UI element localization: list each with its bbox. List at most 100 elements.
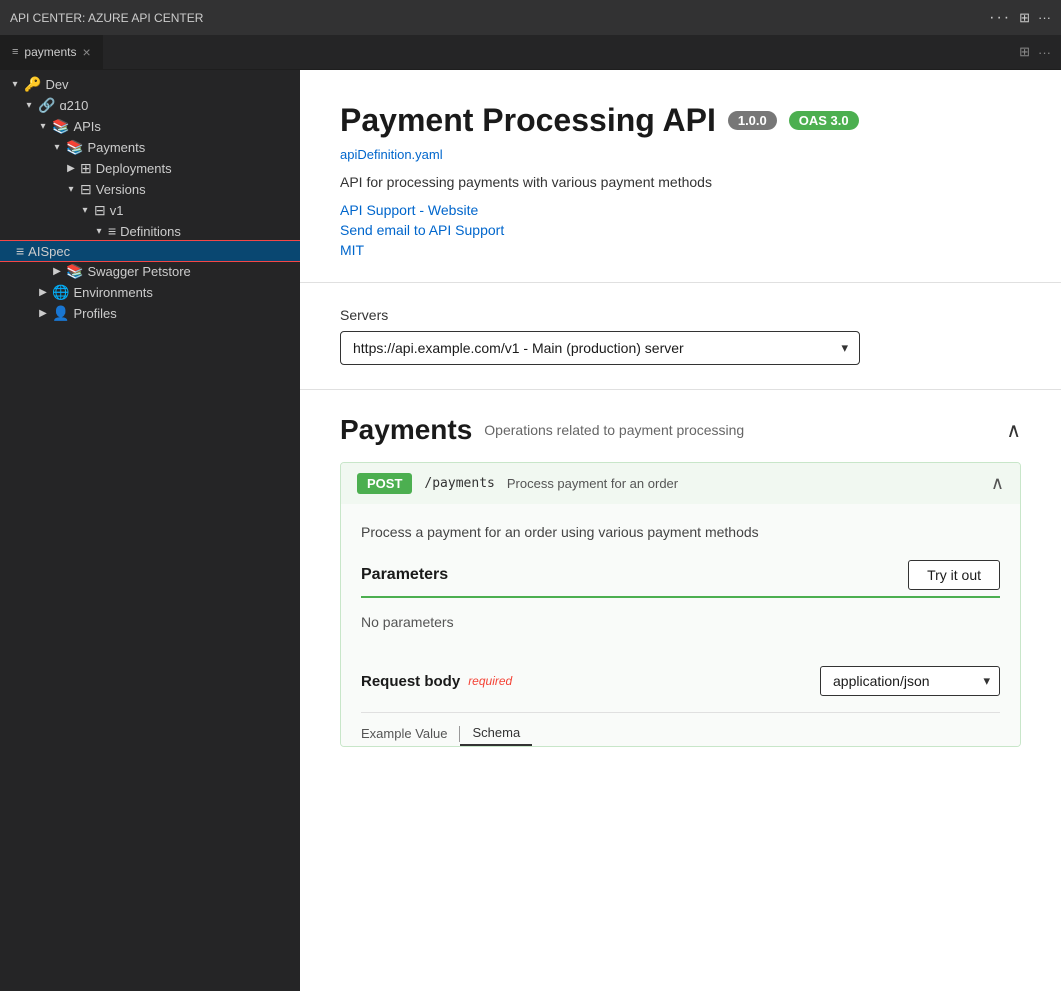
sidebar: ▾🔑Dev▾🔗ɑ210▾📚APIs▾📚Payments▶⊞Deployments… <box>0 70 300 991</box>
chevron-icon: ▶ <box>36 308 50 319</box>
tree-item-label: Definitions <box>120 224 181 239</box>
payments-collapse-button[interactable]: ∧ <box>1006 418 1021 443</box>
tree-item-icon: 📚 <box>66 263 83 280</box>
tree-item-icon: ⊟ <box>80 181 92 198</box>
yaml-link[interactable]: apiDefinition.yaml <box>340 147 1021 162</box>
title-bar-icons: ⊞ ··· <box>1019 10 1051 26</box>
tab-payments[interactable]: ≡ payments × <box>0 35 104 69</box>
tree-item-label: ɑ210 <box>59 98 88 113</box>
tree-item-icon: ⊟ <box>94 202 106 219</box>
chevron-icon: ▶ <box>36 287 50 298</box>
license-link[interactable]: MIT <box>340 242 364 258</box>
tab-icon: ≡ <box>12 46 18 58</box>
tree-item-label: Environments <box>73 285 152 300</box>
required-badge: required <box>468 674 512 688</box>
chevron-icon: ▾ <box>64 184 78 195</box>
chevron-icon: ▾ <box>92 226 106 237</box>
payments-subtitle: Operations related to payment processing <box>484 422 744 438</box>
post-long-description: Process a payment for an order using var… <box>361 524 1000 540</box>
api-title-row: Payment Processing API 1.0.0 OAS 3.0 <box>340 102 1021 139</box>
tab-close-button[interactable]: × <box>82 44 90 60</box>
tab-label: payments <box>24 45 76 59</box>
more-options-icon[interactable]: ··· <box>1038 10 1051 25</box>
api-support-website-link[interactable]: API Support - Website <box>340 202 1021 218</box>
sidebar-item-apis[interactable]: ▾📚 APIs <box>0 116 300 137</box>
chevron-icon: ▾ <box>8 79 22 90</box>
api-title: Payment Processing API <box>340 102 716 139</box>
api-header: Payment Processing API 1.0.0 OAS 3.0 api… <box>300 70 1061 283</box>
tree-item-label: Payments <box>87 140 145 155</box>
more-tab-options-icon[interactable]: ··· <box>1038 45 1051 60</box>
api-support-email-link[interactable]: Send email to API Support <box>340 222 1021 238</box>
sidebar-item-i210[interactable]: ▾🔗 ɑ210 <box>0 95 300 116</box>
api-description: API for processing payments with various… <box>340 174 1021 190</box>
tree-item-icon: 📚 <box>66 139 83 156</box>
payments-header: Payments Operations related to payment p… <box>340 414 1021 446</box>
chevron-icon: ▾ <box>78 205 92 216</box>
tree-item-label: AISpec <box>28 244 70 259</box>
tree-item-label: Versions <box>96 182 146 197</box>
post-block: POST /payments Process payment for an or… <box>340 462 1021 747</box>
title-bar-dots[interactable]: ··· <box>989 9 1011 27</box>
tree-item-icon: ≡ <box>16 243 24 259</box>
tree-item-icon: 🌐 <box>52 284 69 301</box>
content-area: Payment Processing API 1.0.0 OAS 3.0 api… <box>300 70 1061 991</box>
chevron-icon: ▾ <box>50 142 64 153</box>
tab-bar: ≡ payments × ⊞ ··· <box>0 35 1061 70</box>
chevron-icon: ▾ <box>22 100 36 111</box>
request-body-row: Request body required application/json <box>361 650 1000 712</box>
tree-item-label: APIs <box>73 119 100 134</box>
tree-item-icon: ⊞ <box>80 160 92 177</box>
content-type-select[interactable]: application/json <box>820 666 1000 696</box>
server-select[interactable]: https://api.example.com/v1 - Main (produ… <box>340 331 860 365</box>
chevron-icon: ▶ <box>50 266 64 277</box>
layout-icons: ⊞ ··· <box>1009 35 1061 69</box>
sidebar-item-deployments[interactable]: ▶⊞ Deployments <box>0 158 300 179</box>
post-short-description: Process payment for an order <box>507 476 678 491</box>
sidebar-item-versions[interactable]: ▾⊟ Versions <box>0 179 300 200</box>
post-collapse-icon[interactable]: ∧ <box>991 473 1004 494</box>
sidebar-item-environments[interactable]: ▶🌐 Environments <box>0 282 300 303</box>
payments-title: Payments Operations related to payment p… <box>340 414 744 446</box>
split-editor-icon[interactable]: ⊞ <box>1019 44 1030 60</box>
sidebar-item-aispec[interactable]: ≡ AISpec <box>0 241 300 261</box>
oas-badge: OAS 3.0 <box>789 111 859 130</box>
chevron-icon: ▾ <box>36 121 50 132</box>
main-layout: ▾🔑Dev▾🔗ɑ210▾📚APIs▾📚Payments▶⊞Deployments… <box>0 70 1061 991</box>
sidebar-item-definitions[interactable]: ▾≡Definitions <box>0 221 300 241</box>
request-body-left: Request body required <box>361 673 512 690</box>
post-body: Process a payment for an order using var… <box>341 504 1020 746</box>
tree-item-label: Deployments <box>96 161 172 176</box>
servers-label: Servers <box>340 307 1021 323</box>
tree-item-icon: 🔑 <box>24 76 41 93</box>
payments-heading: Payments <box>340 414 472 446</box>
example-value-tab[interactable]: Example Value <box>361 722 459 745</box>
chevron-icon: ▶ <box>64 163 78 174</box>
server-select-wrapper: https://api.example.com/v1 - Main (produ… <box>340 331 860 365</box>
sidebar-item-dev[interactable]: ▾🔑 Dev <box>0 74 300 95</box>
app-title: API CENTER: AZURE API CENTER <box>10 11 203 25</box>
layout-icon[interactable]: ⊞ <box>1019 10 1030 26</box>
schema-tab[interactable]: Schema <box>460 721 532 746</box>
tree-item-icon: 📚 <box>52 118 69 135</box>
tree-item-icon: 🔗 <box>38 97 55 114</box>
parameters-label: Parameters <box>361 566 448 584</box>
no-parameters-text: No parameters <box>361 614 1000 630</box>
sidebar-item-swagger-petstore[interactable]: ▶📚 Swagger Petstore <box>0 261 300 282</box>
sidebar-item-payments[interactable]: ▾📚 Payments <box>0 137 300 158</box>
tree-item-label: Swagger Petstore <box>87 264 190 279</box>
sidebar-item-profiles[interactable]: ▶👤 Profiles <box>0 303 300 324</box>
sidebar-item-v1[interactable]: ▾⊟v1 <box>0 200 300 221</box>
version-badge: 1.0.0 <box>728 111 777 130</box>
title-bar-left: API CENTER: AZURE API CENTER <box>10 11 203 25</box>
post-badge: POST <box>357 473 412 494</box>
post-header[interactable]: POST /payments Process payment for an or… <box>341 463 1020 504</box>
tree-item-icon: 👤 <box>52 305 69 322</box>
tree-item-label: Profiles <box>73 306 116 321</box>
tree-item-label: Dev <box>45 77 68 92</box>
payments-section: Payments Operations related to payment p… <box>300 390 1061 771</box>
try-it-out-button[interactable]: Try it out <box>908 560 1000 590</box>
servers-section: Servers https://api.example.com/v1 - Mai… <box>300 283 1061 390</box>
example-schema-row: Example Value Schema <box>361 712 1000 746</box>
post-path: /payments <box>424 476 494 491</box>
